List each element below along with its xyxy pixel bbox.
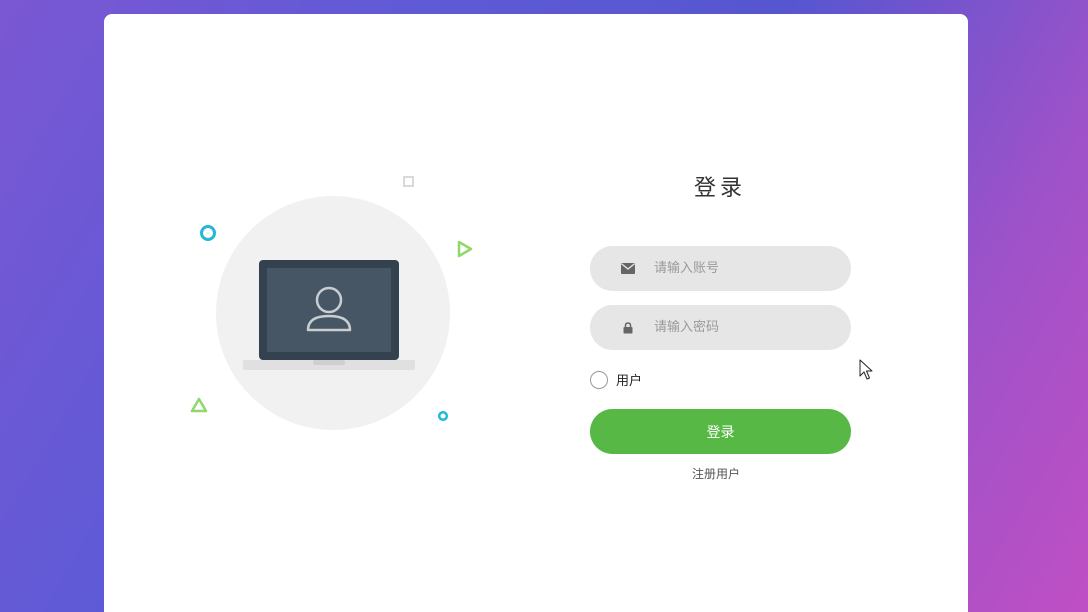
deco-ring-icon xyxy=(200,225,216,241)
lock-icon xyxy=(620,320,636,336)
role-user-radio[interactable] xyxy=(590,370,608,389)
deco-triangle-up-icon xyxy=(190,397,208,413)
envelope-icon xyxy=(620,261,636,277)
login-button[interactable]: 登录 xyxy=(590,409,851,454)
login-title: 登录 xyxy=(693,176,746,201)
login-card: 登录 用户 登录 注册用户 xyxy=(104,14,968,612)
password-field[interactable] xyxy=(590,305,851,350)
account-input[interactable] xyxy=(652,260,836,277)
account-field[interactable] xyxy=(590,246,851,291)
role-radio-row[interactable]: 用户 xyxy=(590,370,642,389)
deco-square-icon xyxy=(403,176,414,187)
laptop-user-icon xyxy=(243,260,415,370)
password-input[interactable] xyxy=(652,319,836,336)
mouse-cursor-icon xyxy=(859,359,873,380)
role-user-label: 用户 xyxy=(616,374,643,389)
register-link[interactable]: 注册用户 xyxy=(660,465,772,482)
deco-small-ring-icon xyxy=(437,410,449,422)
deco-triangle-right-icon xyxy=(457,240,473,258)
